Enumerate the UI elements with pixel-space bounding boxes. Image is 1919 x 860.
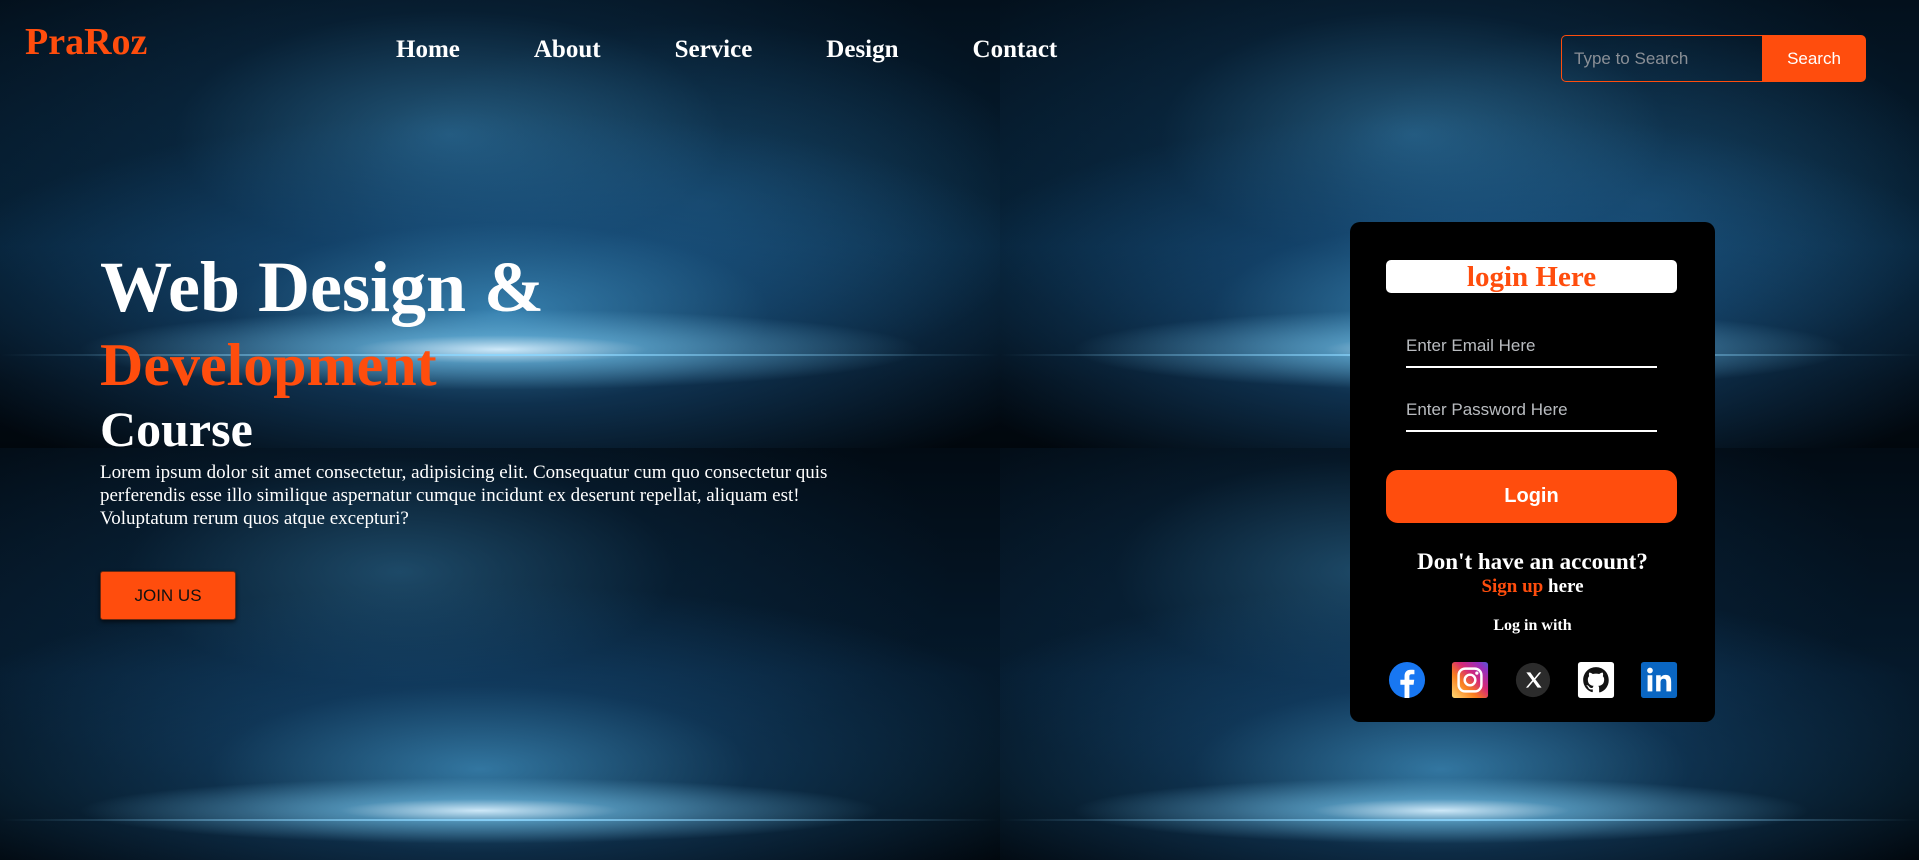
login-title: login Here bbox=[1386, 260, 1677, 293]
password-field[interactable] bbox=[1406, 390, 1657, 432]
hero-description: Lorem ipsum dolor sit amet consectetur, … bbox=[100, 462, 828, 529]
search-button[interactable]: Search bbox=[1762, 35, 1866, 82]
brand-logo: PraRoz bbox=[25, 21, 148, 63]
signup-link[interactable]: Sign up bbox=[1481, 576, 1543, 597]
nav-item-service[interactable]: Service bbox=[675, 36, 753, 64]
instagram-icon[interactable] bbox=[1451, 661, 1489, 699]
github-icon[interactable] bbox=[1577, 661, 1615, 699]
search-input[interactable] bbox=[1561, 35, 1762, 82]
signup-line: Sign up here bbox=[1350, 576, 1715, 598]
hero-section: Web Design & Development Course Lorem ip… bbox=[100, 245, 860, 530]
main-nav: Home About Service Design Contact bbox=[396, 36, 1131, 64]
nav-item-design[interactable]: Design bbox=[826, 36, 898, 64]
hero-title-course: Course bbox=[100, 401, 253, 457]
facebook-icon[interactable] bbox=[1388, 661, 1426, 699]
nav-item-about[interactable]: About bbox=[534, 36, 601, 64]
search-bar: Search bbox=[1561, 35, 1866, 82]
social-login-icons bbox=[1388, 661, 1678, 699]
hero-title-line1: Web Design & bbox=[100, 247, 545, 327]
join-us-button[interactable]: JOIN US bbox=[100, 571, 236, 620]
nav-item-home[interactable]: Home bbox=[396, 36, 460, 64]
hero-title-accent: Development bbox=[100, 332, 437, 398]
x-icon[interactable] bbox=[1514, 661, 1552, 699]
no-account-text: Don't have an account? bbox=[1417, 549, 1648, 574]
hero-title: Web Design & Development bbox=[100, 245, 860, 401]
email-field[interactable] bbox=[1406, 326, 1657, 368]
login-button[interactable]: Login bbox=[1386, 470, 1677, 523]
signup-suffix: here bbox=[1543, 576, 1584, 597]
nav-item-contact[interactable]: Contact bbox=[973, 36, 1058, 64]
linkedin-icon[interactable] bbox=[1640, 661, 1678, 699]
login-card: login Here Login Don't have an account? … bbox=[1350, 222, 1715, 722]
login-with-label: Log in with bbox=[1493, 617, 1572, 634]
